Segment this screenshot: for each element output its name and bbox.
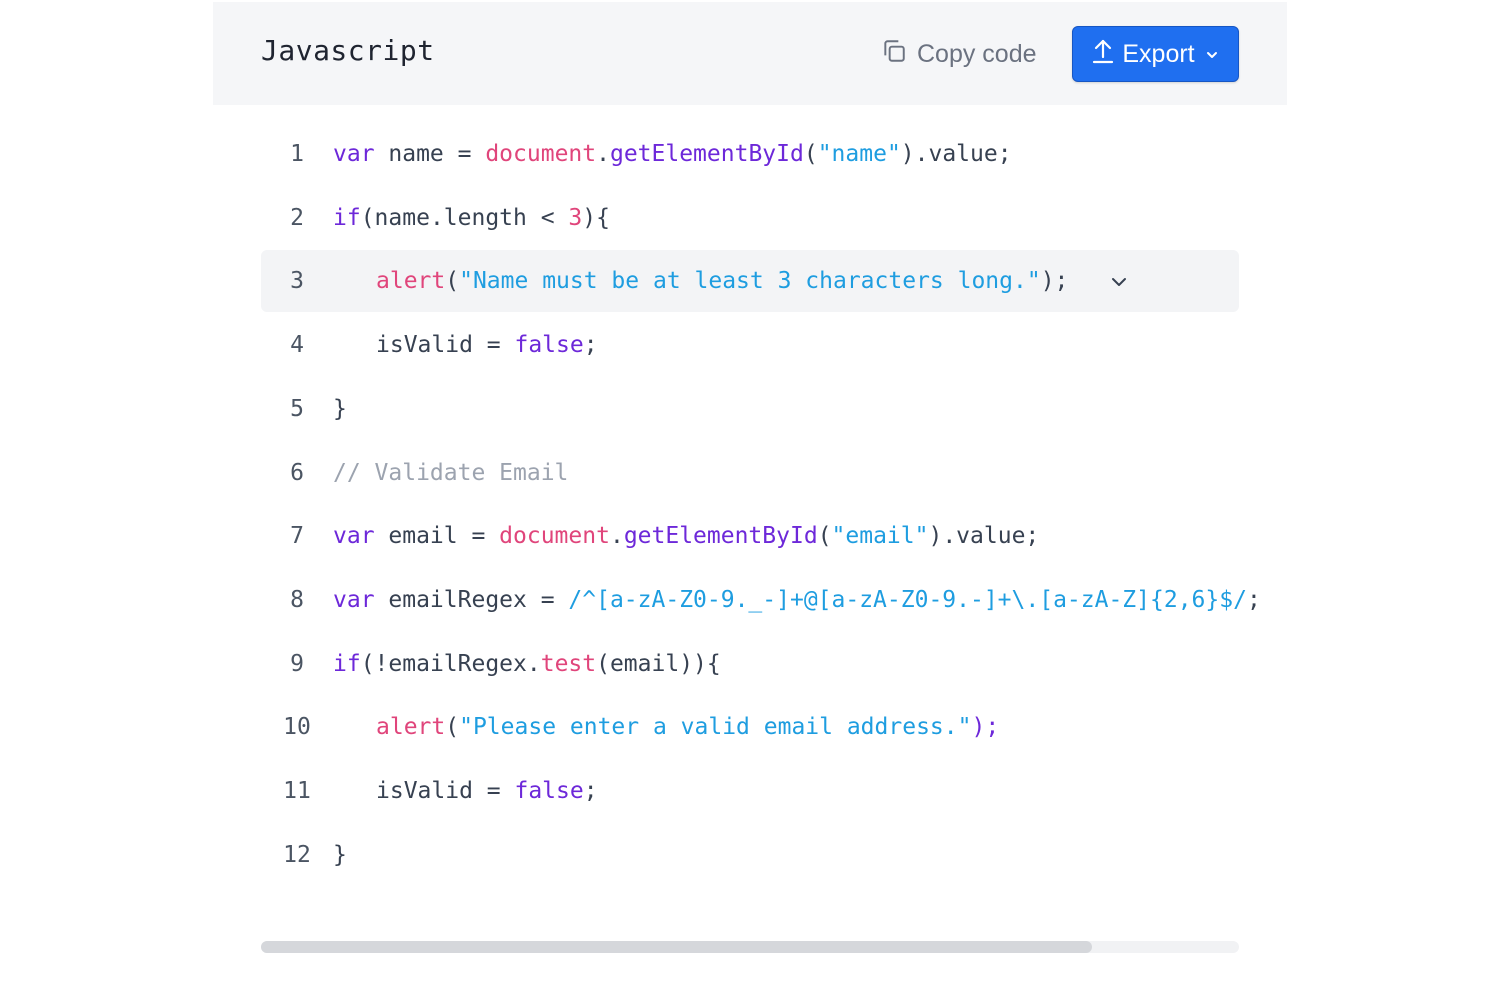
code-token: emailRegex = (374, 586, 569, 613)
copy-icon (881, 38, 907, 71)
code-token: false (514, 332, 584, 359)
export-label: Export (1122, 39, 1195, 68)
code-token: name = (374, 141, 486, 167)
code-text: isValid = false; (376, 332, 598, 358)
line-number: 5 (290, 395, 304, 422)
code-token: false (514, 778, 584, 804)
code-block-card: Javascript Copy code Export 1 var name =… (213, 2, 1287, 1000)
code-token: (email)){ (596, 650, 721, 677)
line-number: 11 (283, 778, 311, 804)
code-token: ); (1040, 268, 1069, 295)
code-text: } (333, 396, 347, 422)
code-token: ; (583, 778, 598, 804)
code-token: ; (583, 332, 598, 359)
code-token: test (540, 650, 597, 677)
language-label: Javascript (261, 34, 435, 67)
code-block-header: Javascript Copy code Export (213, 2, 1287, 105)
code-token: ){ (582, 204, 610, 231)
code-token: ( (803, 141, 818, 167)
code-text: isValid = false; (376, 778, 598, 804)
code-token: // Validate Email (333, 459, 569, 486)
code-line: 3 alert("Name must be at least 3 characte… (261, 250, 1239, 313)
code-token: ( (817, 523, 832, 550)
code-token: ( (445, 714, 460, 741)
line-number: 6 (290, 459, 304, 486)
line-number: 4 (290, 332, 304, 359)
chevron-down-icon (1203, 40, 1219, 69)
code-line: 6 // Validate Email (261, 442, 1239, 504)
line-number: 9 (290, 650, 304, 677)
code-text: var emailRegex = /^[a-zA-Z0-9._-]+@[a-zA… (333, 587, 1261, 613)
code-token: } (333, 395, 347, 422)
code-line: 1 var name = document.getElementById("nam… (261, 123, 1239, 185)
code-text: if(name.length < 3){ (333, 205, 610, 231)
code-token: (name.length < (360, 204, 569, 231)
code-text: alert("Name must be at least 3 character… (376, 268, 1068, 294)
code-text: var name = document.getElementById("name… (333, 141, 1012, 167)
code-token: ).value; (928, 523, 1040, 550)
code-token: . (596, 141, 610, 167)
code-token: "Name must be at least 3 characters long… (459, 268, 1041, 295)
code-line: 12} (261, 824, 1239, 886)
code-token: "email" (831, 523, 929, 550)
code-token: isValid = (376, 778, 515, 804)
line-number: 12 (283, 841, 311, 868)
code-line: 7 var email = document.getElementById("em… (261, 505, 1239, 567)
export-button[interactable]: Export (1072, 26, 1239, 82)
upload-icon (1092, 38, 1114, 71)
code-line: 4 isValid = false; (261, 314, 1239, 376)
line-number: 3 (290, 268, 304, 295)
code-token: ( (445, 268, 460, 295)
code-token: getElementById (609, 141, 804, 167)
line-number: 2 (290, 204, 304, 231)
code-line: 2 if(name.length < 3){ (261, 187, 1239, 249)
code-token: email = (374, 523, 500, 550)
code-token: alert (376, 714, 446, 741)
code-token: 3 (568, 204, 583, 231)
code-token: "Please enter a valid email address." (459, 714, 972, 741)
line-number: 8 (290, 586, 304, 613)
code-text: // Validate Email (333, 460, 568, 486)
code-text: if(!emailRegex.test(email)){ (333, 651, 721, 677)
code-token: ); (971, 714, 1000, 741)
copy-code-label: Copy code (917, 39, 1037, 68)
code-token: ; (1246, 586, 1261, 613)
code-text: } (333, 842, 347, 868)
copy-code-button[interactable]: Copy code (881, 36, 1037, 72)
code-token: var (333, 523, 375, 550)
code-token: (!emailRegex. (360, 650, 541, 677)
code-line: 8 var emailRegex = /^[a-zA-Z0-9._-]+@[a-z… (261, 569, 1261, 631)
code-token: isValid = (376, 332, 515, 359)
code-text: alert("Please enter a valid email addres… (376, 714, 999, 740)
code-token: var (333, 141, 375, 167)
code-text: var email = document.getElementById("ema… (333, 523, 1039, 549)
code-token: "name" (817, 141, 901, 167)
code-token: if (333, 650, 361, 677)
horizontal-scrollbar-thumb[interactable] (261, 941, 1092, 953)
line-number: 10 (283, 714, 311, 741)
code-token: document (499, 523, 610, 550)
code-line: 10 alert("Please enter a valid email addr… (261, 696, 1239, 758)
code-line: 11 isValid = false; (261, 760, 1239, 822)
code-line: 9 if(!emailRegex.test(email)){ (261, 633, 1239, 695)
line-number: 1 (290, 141, 304, 167)
code-token: document (485, 141, 597, 167)
code-token: var (333, 586, 375, 613)
code-token: if (333, 204, 361, 231)
code-token: . (609, 523, 624, 550)
line-number: 7 (290, 523, 304, 550)
code-token: } (333, 841, 347, 868)
code-token: ).value; (900, 141, 1012, 167)
code-token: alert (376, 268, 446, 295)
code-line: 5} (261, 378, 1239, 440)
fold-chevron-down-icon[interactable] (1109, 272, 1129, 292)
code-token: /^[a-zA-Z0-9._-]+@[a-zA-Z0-9.-]+\.[a-zA-… (568, 586, 1247, 613)
code-token: getElementById (623, 523, 818, 550)
